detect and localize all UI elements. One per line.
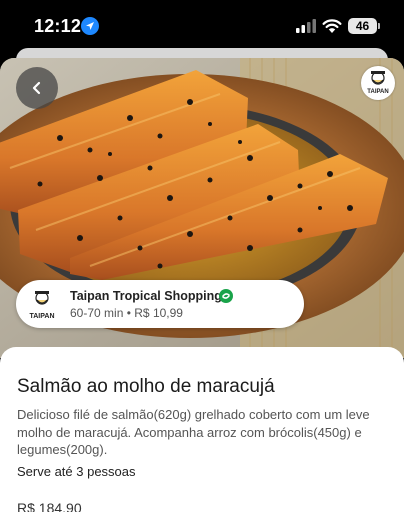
wifi-icon [322,19,342,33]
delivery-time: 60-70 min [70,306,124,320]
location-arrow-icon [81,17,99,35]
back-button[interactable] [16,67,58,109]
product-description: Delicioso filé de salmão(620g) grelhado … [17,407,370,457]
brand-logo[interactable]: TAIPAN [361,66,395,100]
store-name[interactable]: Taipan Tropical Shopping [70,289,222,303]
delivery-fee: R$ 10,99 [134,306,183,320]
store-logo-text: TAIPAN [29,313,54,320]
product-title: Salmão ao molho de maracujá [17,376,275,397]
store-meta: 60-70 min • R$ 10,99 [70,306,183,320]
battery-tip [378,23,380,29]
battery-indicator: 46 [348,18,377,34]
brand-logo-text: TAIPAN [367,89,388,95]
serves-info: Serve até 3 pessoas [17,464,136,479]
cellular-signal-icon [296,19,316,33]
store-logo-icon: TAIPAN [29,291,55,320]
status-time: 12:12 [34,16,82,36]
verified-badge-icon [219,289,233,303]
store-card[interactable]: TAIPAN Taipan Tropical Shopping 60-70 mi… [16,280,304,328]
product-price: R$ 184,90 [17,500,82,512]
meta-separator: • [126,306,131,320]
taipan-logo-icon: TAIPAN [367,71,389,95]
product-details: Salmão ao molho de maracujá Delicioso fi… [0,347,404,512]
chevron-left-icon [32,81,41,95]
status-bar: 12:12 46 [0,0,404,52]
